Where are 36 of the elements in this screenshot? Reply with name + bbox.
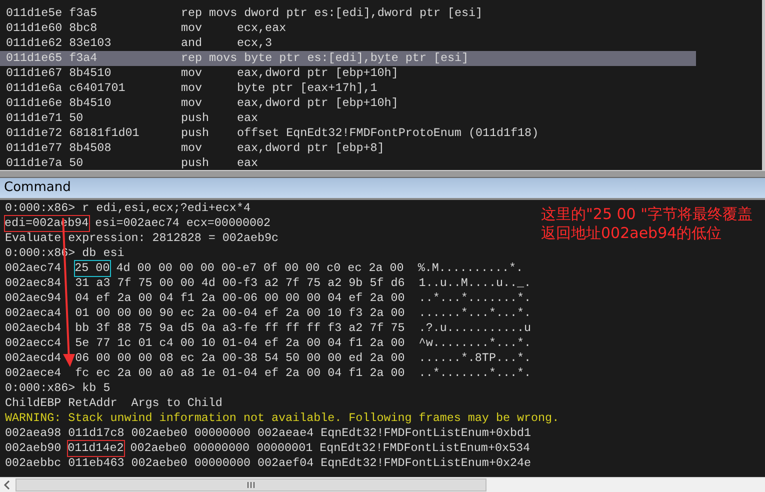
disassembly-row[interactable]: 011d1e6a c6401701 mov byte ptr [eax+17h],1 bbox=[0, 81, 696, 96]
disassembly-row[interactable]: 011d1e65 f3a4 rep movs byte ptr es:[edi],byte ptr [esi] bbox=[0, 51, 696, 66]
console-text: 002aec84 31 a3 7f 75 00 00 4d 00-f3 a2 7f 75 a2 9b 5f d6 1..u..M....u.._. bbox=[5, 276, 532, 291]
command-window-title: Command bbox=[0, 178, 765, 200]
disassembly-row[interactable]: 011d1e6e 8b4510 mov eax,dword ptr [ebp+10h] bbox=[0, 96, 696, 111]
console-text: 002aeb90 bbox=[5, 441, 62, 456]
console-text: esi=002aec74 ecx=00000002 bbox=[94, 216, 271, 231]
disassembly-row[interactable]: 011d1e5e f3a5 rep movs dword ptr es:[edi],dword ptr [esi] bbox=[0, 6, 696, 21]
boxed-text: 25 00 bbox=[74, 260, 111, 277]
console-text: ChildEBP RetAddr Args to Child bbox=[5, 396, 222, 411]
console-text: 002aecb4 bb 3f 88 75 9a d5 0a a3-fe ff ff ff f3 a2 7f 75 .?.u...........u bbox=[5, 321, 532, 336]
console-text: 002aeca4 01 00 00 00 90 ec 2a 00-04 ef 2a 00 10 f3 2a 00 ......*...*...*. bbox=[5, 306, 532, 321]
console-text: 002aebe0 00000000 00000001 EqnEdt32!FMDFontListEnum+0x534 bbox=[129, 441, 530, 456]
console-text: 0:000:x86> r edi,esi,ecx;?edi+ecx*4 bbox=[5, 201, 250, 216]
console-text: 002aec94 04 ef 2a 00 04 f1 2a 00-06 00 00 00 04 ef 2a 00 ..*...*.......*. bbox=[5, 291, 532, 306]
disassembly-row[interactable]: 011d1e62 83e103 and ecx,3 bbox=[0, 36, 696, 51]
console-text: 002aece4 fc ec 2a 00 a0 a8 1e 01-04 ef 2a 00 04 f1 2a 00 ..*.......*...*. bbox=[5, 366, 532, 381]
disassembly-row[interactable]: 011d1e77 8b4508 mov eax,dword ptr [ebp+8] bbox=[0, 141, 696, 156]
disassembly-row[interactable]: 011d1e60 8bc8 mov ecx,eax bbox=[0, 21, 696, 36]
console-text: 002aec74 bbox=[5, 261, 62, 276]
horizontal-scrollbar[interactable] bbox=[0, 477, 765, 492]
console-text: 0:000:x86> kb 5 bbox=[5, 381, 110, 396]
pane-splitter[interactable] bbox=[0, 170, 765, 178]
console-text: Evaluate expression: 2812828 = 002aeb9c bbox=[5, 231, 279, 246]
console-text: 002aecd4 06 00 00 00 08 ec 2a 00-38 54 50 00 00 ed 2a 00 ......*.8TP...*. bbox=[5, 351, 532, 366]
disassembly-row[interactable]: 011d1e71 50 push eax bbox=[0, 111, 696, 126]
console-text: 002aecc4 5e 77 1c 01 c4 00 10 01-04 ef 2a 00 04 f1 2a 00 ^w........*...*. bbox=[5, 336, 532, 351]
boxed-text: 011d14e2 bbox=[66, 440, 125, 457]
disassembly-row[interactable]: 011d1e67 8b4510 mov eax,dword ptr [ebp+10h] bbox=[0, 66, 696, 81]
disassembly-row[interactable]: 011d1e7a 50 push eax bbox=[0, 156, 696, 170]
console-text: 002aebbc 011eb463 002aebe0 00000000 002aef04 EqnEdt32!FMDFontListEnum+0x24e bbox=[5, 456, 532, 471]
console-text: WARNING: Stack unwind information not available. Following frames may be wrong. bbox=[5, 411, 560, 426]
console-text: 002aea98 011d17c8 002aebe0 00000000 002aeae4 EqnEdt32!FMDFontListEnum+0xbd1 bbox=[5, 426, 532, 441]
annotation-note: 这里的"25 00 "字节将最终覆盖返回地址002aeb94的低位 bbox=[541, 205, 754, 243]
console-text: 4d 00 00 00 00 00-e7 0f 00 00 c0 ec 2a 00 %.M..........*. bbox=[115, 261, 524, 276]
disassembly-row[interactable]: 011d1e72 68181f1d01 push offset EqnEdt32!FMDFontProtoEnum (011d1f18) bbox=[0, 126, 696, 141]
